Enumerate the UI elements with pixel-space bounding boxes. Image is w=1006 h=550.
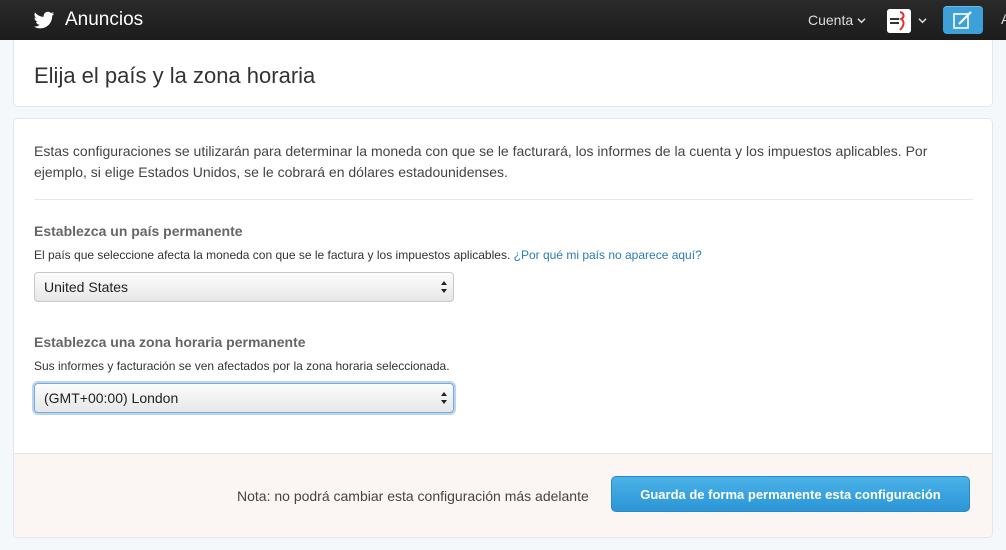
avatar[interactable] xyxy=(887,9,911,33)
page-title: Elija el país y la zona horaria xyxy=(34,63,316,88)
avatar-logo-icon xyxy=(887,9,911,33)
compose-button[interactable] xyxy=(943,6,983,34)
intro-text: Estas configuraciones se utilizarán para… xyxy=(34,143,928,180)
cut-off-nav-text: A xyxy=(1001,11,1006,27)
top-nav-bar: Anuncios Cuenta A xyxy=(0,0,1006,40)
chevron-down-icon xyxy=(857,17,866,23)
brand-link[interactable]: Anuncios xyxy=(33,9,143,31)
account-label: Cuenta xyxy=(808,12,854,28)
timezone-section-title: Establezca una zona horaria permanente xyxy=(34,334,306,350)
select-arrows-icon xyxy=(441,281,447,293)
warning-note: Nota: no podrá cambiar esta configuració… xyxy=(237,488,589,504)
timezone-section-description: Sus informes y facturación se ven afecta… xyxy=(34,359,450,373)
country-section-description: El país que seleccione afecta la moneda … xyxy=(34,248,702,262)
save-permanently-button[interactable]: Guarda de forma permanente esta configur… xyxy=(611,476,970,512)
settings-footer: Nota: no podrá cambiar esta configuració… xyxy=(14,453,992,537)
country-section-title: Establezca un país permanente xyxy=(34,223,243,239)
country-description-text: El país que seleccione afecta la moneda … xyxy=(34,248,511,262)
twitter-bird-icon xyxy=(33,11,55,29)
timezone-select[interactable]: (GMT+00:00) London xyxy=(34,383,454,413)
divider xyxy=(34,199,973,200)
settings-card: Estas configuraciones se utilizarán para… xyxy=(13,118,993,538)
chevron-down-icon[interactable] xyxy=(918,16,927,25)
timezone-selected-value: (GMT+00:00) London xyxy=(44,390,179,406)
country-select[interactable]: United States xyxy=(34,272,454,302)
country-help-link[interactable]: ¿Por qué mi país no aparece aquí? xyxy=(514,248,702,262)
brand-label: Anuncios xyxy=(65,9,144,30)
compose-icon xyxy=(953,11,972,29)
account-menu[interactable]: Cuenta xyxy=(808,12,866,28)
header-card: Elija el país y la zona horaria xyxy=(13,40,993,107)
select-arrows-icon xyxy=(441,392,447,404)
country-selected-value: United States xyxy=(44,279,129,295)
